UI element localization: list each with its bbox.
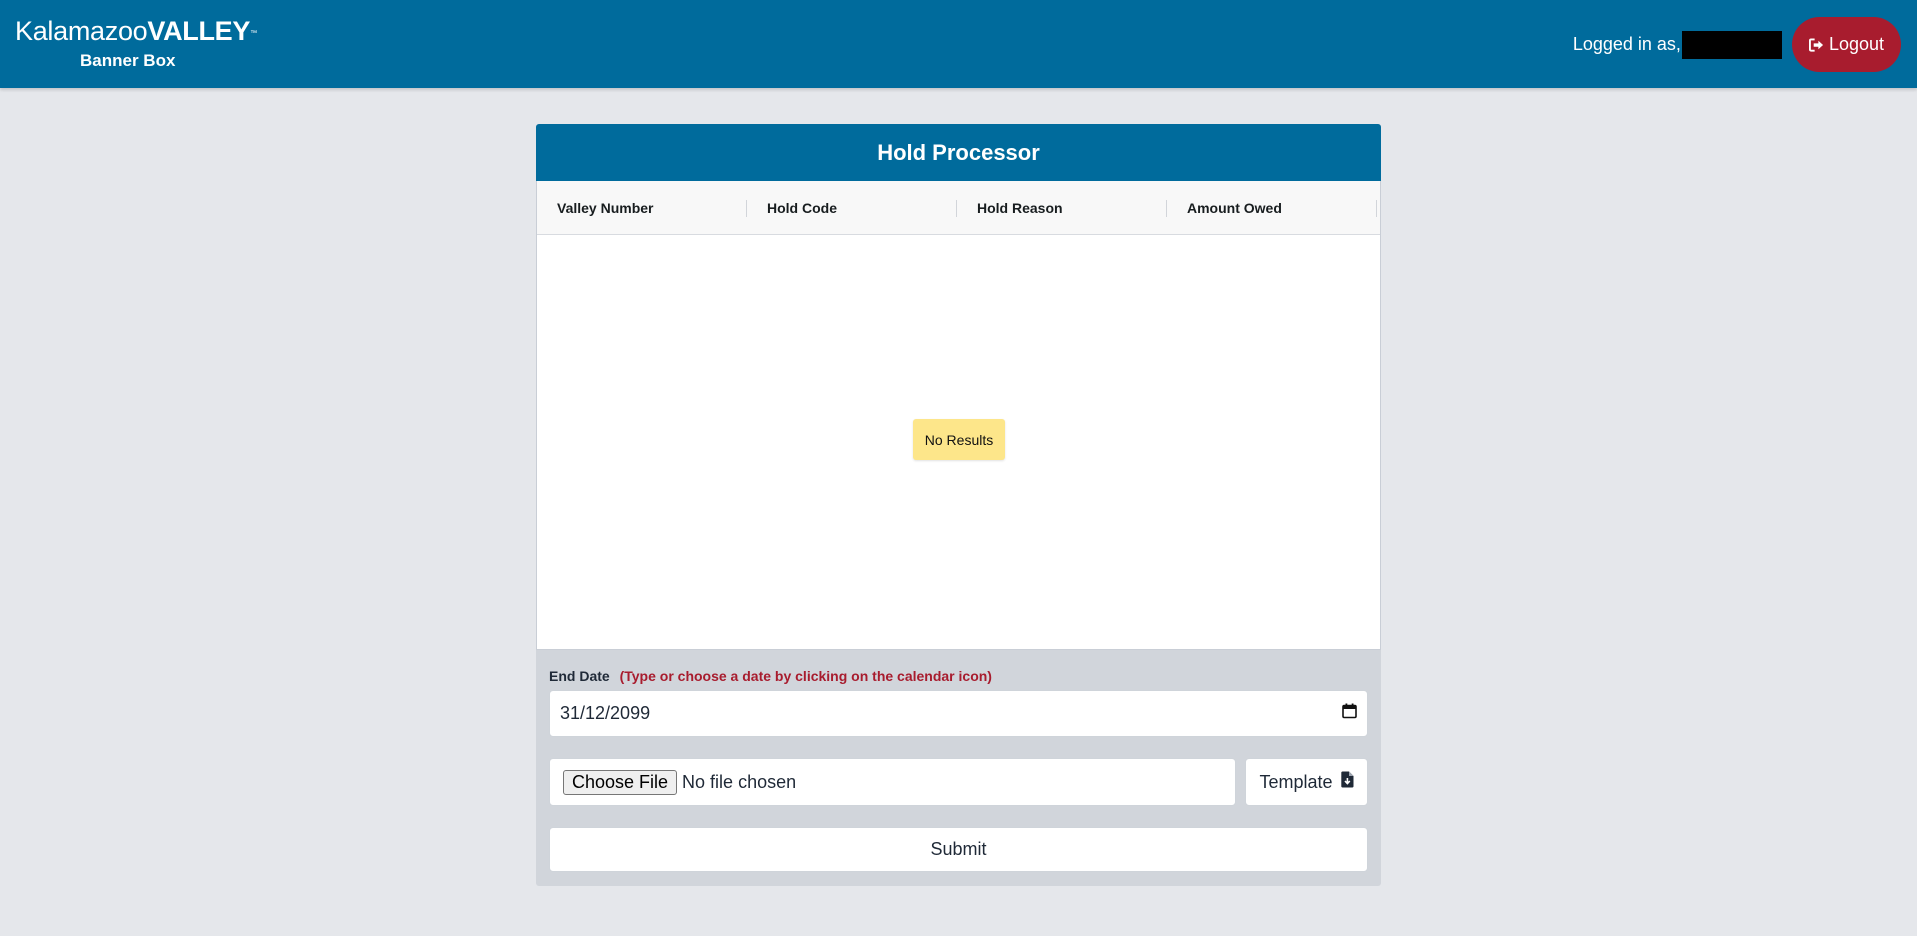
template-label: Template [1259,771,1333,792]
college-logo: KalamazooVALLEY™ [15,18,257,45]
end-date-hint: (Type or choose a date by clicking on th… [619,668,992,684]
file-download-icon [1340,771,1354,793]
template-download-button[interactable]: Template [1245,758,1368,806]
end-date-input[interactable]: 31/12/2099 [549,690,1368,737]
user-area: Logged in as, Logout [1573,17,1901,72]
end-date-value: 31/12/2099 [560,703,651,723]
hold-processor-card: Hold Processor Valley Number Hold Code H… [536,124,1381,886]
end-date-label: End Date [549,668,610,684]
sign-out-icon [1808,37,1824,52]
holds-grid: Valley Number Hold Code Hold Reason Amou… [536,181,1381,650]
logged-in-label: Logged in as, [1572,34,1681,54]
grid-header-row: Valley Number Hold Code Hold Reason Amou… [537,181,1380,235]
no-results-badge: No Results [913,419,1005,460]
submit-button[interactable]: Submit [549,827,1368,872]
logo-text-bold: VALLEY [147,16,251,46]
column-header-amount-owed[interactable]: Amount Owed [1167,181,1377,234]
redacted-username [1681,30,1782,59]
top-navbar: KalamazooVALLEY™ Banner Box Logged in as… [0,0,1917,88]
choose-file-button[interactable]: Choose File [563,769,678,795]
end-date-label-row: End Date (Type or choose a date by click… [549,668,1368,684]
file-upload-input[interactable]: Choose File No file chosen [549,758,1236,806]
logout-label: Logout [1828,34,1884,54]
calendar-icon[interactable] [1342,703,1357,724]
column-header-hold-reason[interactable]: Hold Reason [957,181,1167,234]
app-name: Banner Box [80,51,176,70]
brand: KalamazooVALLEY™ Banner Box [15,18,257,71]
column-header-valley-number[interactable]: Valley Number [537,181,747,234]
card-title: Hold Processor [536,124,1381,181]
column-header-hold-code[interactable]: Hold Code [747,181,957,234]
file-status: No file chosen [682,771,797,792]
logout-button[interactable]: Logout [1791,17,1901,72]
logo-text-light: Kalamazoo [15,16,148,46]
upload-form: End Date (Type or choose a date by click… [536,650,1381,872]
file-row: Choose File No file chosen Template [549,758,1368,806]
logo-trademark: ™ [250,30,257,37]
